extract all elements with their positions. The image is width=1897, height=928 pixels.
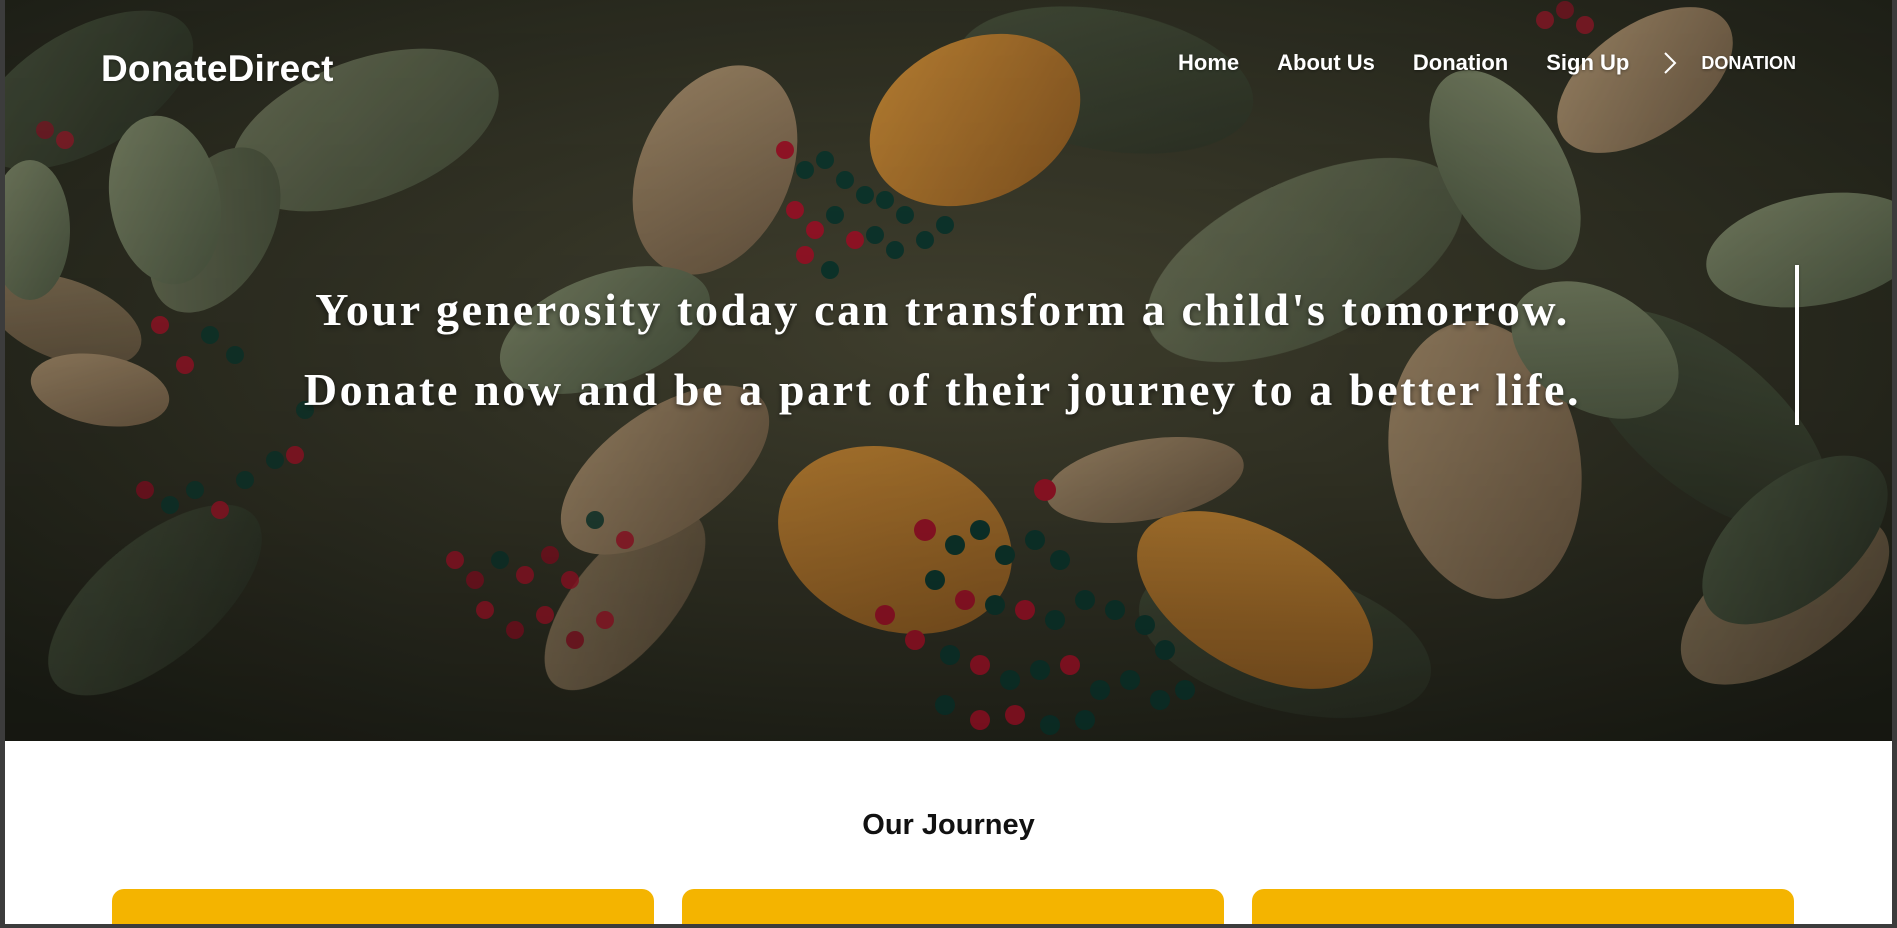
text-cursor-bar bbox=[1795, 265, 1799, 425]
brand-logo[interactable]: DonateDirect bbox=[101, 48, 334, 90]
hero-headline: Your generosity today can transform a ch… bbox=[5, 270, 1892, 430]
chevron-right-icon[interactable] bbox=[1663, 51, 1677, 75]
journey-cards bbox=[112, 889, 1794, 924]
journey-card[interactable] bbox=[682, 889, 1224, 924]
journey-card[interactable] bbox=[112, 889, 654, 924]
nav-donation-cta[interactable]: DONATION bbox=[1701, 53, 1796, 74]
nav-link-home[interactable]: Home bbox=[1178, 50, 1239, 76]
hero-line-1: Your generosity today can transform a ch… bbox=[315, 284, 1570, 335]
journey-card[interactable] bbox=[1252, 889, 1794, 924]
nav-link-sign-up[interactable]: Sign Up bbox=[1546, 50, 1629, 76]
nav-link-donation[interactable]: Donation bbox=[1413, 50, 1508, 76]
hero-line-2: Donate now and be a part of their journe… bbox=[303, 364, 1582, 415]
section-title-our-journey: Our Journey bbox=[862, 809, 1035, 841]
main-nav: Home About Us Donation Sign Up DONATION bbox=[1178, 50, 1796, 76]
browser-viewport: DonateDirect Home About Us Donation Sign… bbox=[5, 0, 1892, 924]
nav-link-about-us[interactable]: About Us bbox=[1277, 50, 1375, 76]
